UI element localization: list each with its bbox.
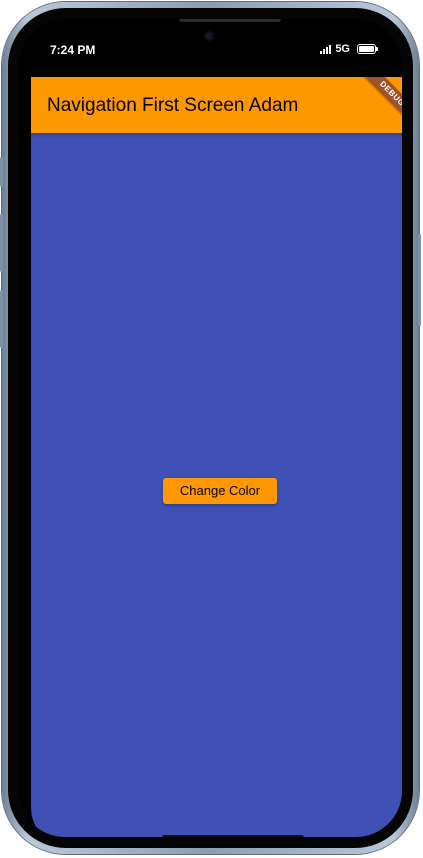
app-scaffold: Navigation First Screen Adam DEBUG Chang… (31, 77, 402, 837)
phone-frame: 7:24 PM 5G Navigation First Screen Adam (0, 2, 421, 854)
app-bar: Navigation First Screen Adam (31, 77, 402, 133)
battery-icon (357, 44, 378, 54)
phone-bezel: 7:24 PM 5G Navigation First Screen Adam (8, 8, 413, 848)
volume-up-button (0, 214, 3, 272)
mute-switch (0, 157, 3, 187)
app-bar-title: Navigation First Screen Adam (47, 95, 299, 116)
status-indicators: 5G (320, 43, 378, 55)
power-button (418, 234, 421, 326)
phone-screen: 7:24 PM 5G Navigation First Screen Adam (19, 19, 402, 837)
status-time: 7:24 PM (50, 43, 96, 57)
change-color-button[interactable]: Change Color (163, 478, 277, 504)
volume-down-button (0, 290, 3, 348)
network-type: 5G (335, 43, 350, 55)
status-bar: 7:24 PM 5G (19, 19, 402, 75)
signal-icon (320, 44, 332, 54)
home-indicator[interactable] (162, 835, 304, 837)
